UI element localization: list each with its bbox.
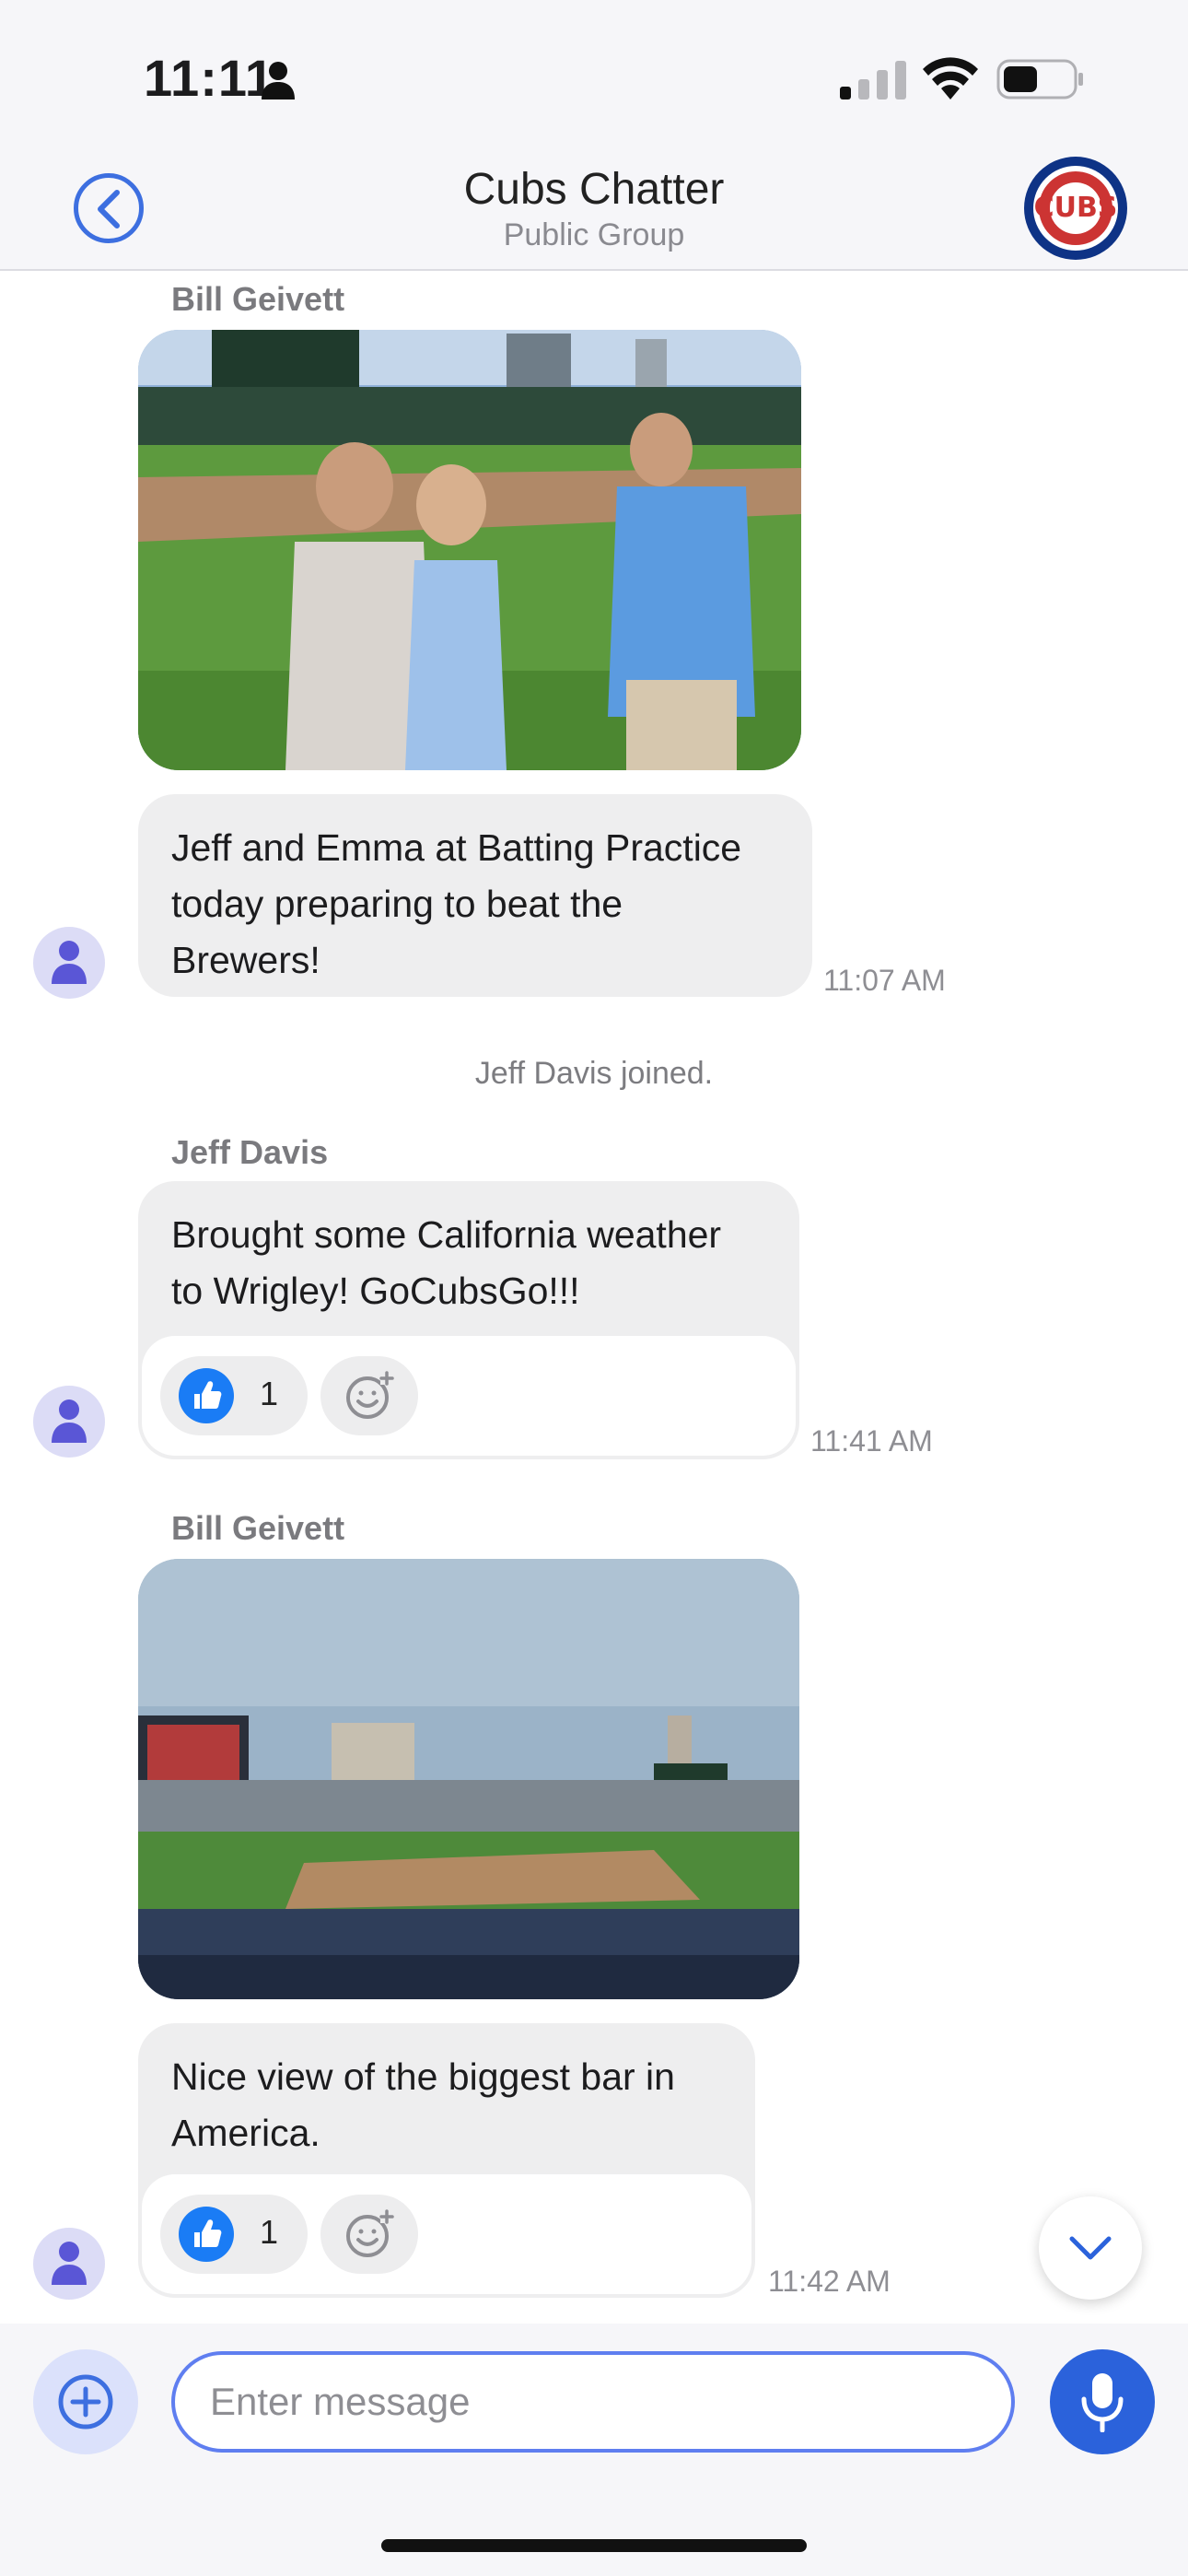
microphone-button[interactable] xyxy=(1050,2349,1155,2454)
message-timestamp: 11:41 AM xyxy=(810,1424,933,1458)
reaction-pill[interactable]: 1 xyxy=(160,1356,308,1435)
message-timestamp: 11:42 AM xyxy=(768,2265,891,2298)
thumbs-up-icon xyxy=(194,1381,222,1409)
message-bubble[interactable]: Brought some California weather to Wrigl… xyxy=(138,1181,799,1459)
message-text: Brought some California weather to Wrigl… xyxy=(171,1213,722,1312)
reactions-bar: 1 xyxy=(142,1336,796,1456)
scroll-to-bottom-button[interactable] xyxy=(1039,2196,1142,2300)
photo-attachment[interactable] xyxy=(138,330,801,770)
battery-icon xyxy=(996,59,1083,100)
person-icon xyxy=(52,1399,87,1443)
reaction-count: 1 xyxy=(260,2213,279,2251)
reaction-count: 1 xyxy=(260,1375,279,1412)
message-bubble[interactable]: Jeff and Emma at Batting Practice today … xyxy=(138,794,812,997)
smiley-plus-icon xyxy=(346,2209,394,2257)
avatar[interactable] xyxy=(33,1386,105,1458)
attach-button[interactable] xyxy=(33,2349,138,2454)
chat-header: Cubs Chatter Public Group CUBS xyxy=(0,147,1188,271)
message-input[interactable] xyxy=(171,2351,1015,2453)
avatar[interactable] xyxy=(33,927,105,999)
sender-name: Bill Geivett xyxy=(171,1509,345,1547)
add-reaction-button[interactable] xyxy=(320,2195,418,2274)
system-message: Jeff Davis joined. xyxy=(474,1056,714,1091)
person-status-icon xyxy=(262,62,295,100)
person-icon xyxy=(52,2242,87,2285)
avatar[interactable] xyxy=(33,2228,105,2300)
message-text: Nice view of the biggest bar in America. xyxy=(171,2055,675,2154)
thumbs-up-icon xyxy=(194,2219,222,2247)
smiley-plus-icon xyxy=(346,1371,394,1419)
reaction-pill[interactable]: 1 xyxy=(160,2195,308,2274)
reactions-bar: 1 xyxy=(142,2174,751,2294)
message-text: Jeff and Emma at Batting Practice today … xyxy=(171,826,742,981)
home-indicator[interactable] xyxy=(381,2539,807,2552)
plus-circle-icon xyxy=(58,2374,113,2430)
photo-attachment[interactable] xyxy=(138,1559,799,1999)
sender-name: Bill Geivett xyxy=(171,280,345,318)
group-type-label: Public Group xyxy=(503,217,685,252)
message-composer xyxy=(0,2324,1188,2576)
message-timestamp: 11:07 AM xyxy=(823,964,946,997)
status-time: 11:11 xyxy=(144,49,275,107)
cellular-signal-icon xyxy=(840,61,906,100)
chevron-down-icon xyxy=(1069,2236,1112,2260)
add-reaction-button[interactable] xyxy=(320,1356,418,1435)
wifi-icon xyxy=(923,57,978,100)
message-bubble[interactable]: Nice view of the biggest bar in America.… xyxy=(138,2023,755,2298)
batting-practice-photo xyxy=(138,330,801,770)
stadium-view-photo xyxy=(138,1559,799,1999)
group-avatar[interactable]: CUBS xyxy=(1024,157,1127,260)
status-bar: 11:11 xyxy=(0,0,1188,147)
person-icon xyxy=(52,941,87,984)
group-title: Cubs Chatter xyxy=(463,165,725,214)
group-logo-text: CUBS xyxy=(1033,192,1118,224)
sender-name: Jeff Davis xyxy=(171,1133,329,1171)
microphone-icon xyxy=(1081,2373,1124,2432)
